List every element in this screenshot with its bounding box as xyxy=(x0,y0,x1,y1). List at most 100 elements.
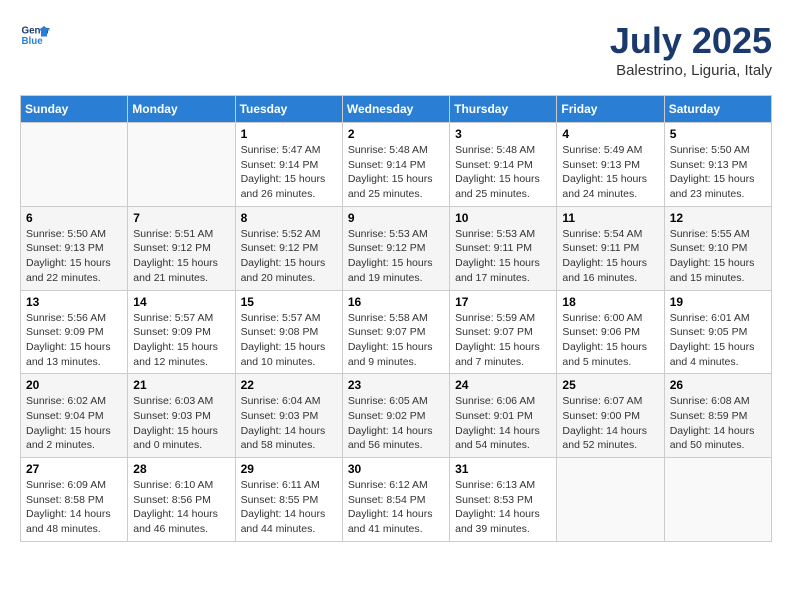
day-info: Sunrise: 5:48 AM Sunset: 9:14 PM Dayligh… xyxy=(455,143,551,202)
day-info: Sunrise: 6:03 AM Sunset: 9:03 PM Dayligh… xyxy=(133,394,229,453)
day-info: Sunrise: 5:53 AM Sunset: 9:12 PM Dayligh… xyxy=(348,227,444,286)
calendar-cell: 24 Sunrise: 6:06 AM Sunset: 9:01 PM Dayli… xyxy=(450,374,557,458)
calendar-cell: 29 Sunrise: 6:11 AM Sunset: 8:55 PM Dayli… xyxy=(235,458,342,542)
day-number: 29 xyxy=(241,462,337,476)
calendar-cell: 9Sunrise: 5:53 AM Sunset: 9:12 PM Daylig… xyxy=(342,206,449,290)
day-info: Sunrise: 5:52 AM Sunset: 9:12 PM Dayligh… xyxy=(241,227,337,286)
calendar-cell: 26Sunrise: 6:08 AM Sunset: 8:59 PM Dayli… xyxy=(664,374,771,458)
day-info: Sunrise: 5:51 AM Sunset: 9:12 PM Dayligh… xyxy=(133,227,229,286)
calendar-week-row: 6 Sunrise: 5:50 AM Sunset: 9:13 PM Daylig… xyxy=(21,206,772,290)
day-number: 21 xyxy=(133,378,229,392)
day-info: Sunrise: 6:06 AM Sunset: 9:01 PM Dayligh… xyxy=(455,394,551,453)
day-info: Sunrise: 6:10 AM Sunset: 8:56 PM Dayligh… xyxy=(133,478,229,537)
calendar-cell: 3 Sunrise: 5:48 AM Sunset: 9:14 PM Daylig… xyxy=(450,123,557,207)
weekday-header: Thursday xyxy=(450,96,557,123)
day-info: Sunrise: 5:50 AM Sunset: 9:13 PM Dayligh… xyxy=(26,227,122,286)
calendar-cell xyxy=(557,458,664,542)
day-number: 22 xyxy=(241,378,337,392)
day-info: Sunrise: 5:54 AM Sunset: 9:11 PM Dayligh… xyxy=(562,227,658,286)
month-title: July 2025 xyxy=(610,20,772,62)
day-info: Sunrise: 6:13 AM Sunset: 8:53 PM Dayligh… xyxy=(455,478,551,537)
day-info: Sunrise: 5:50 AM Sunset: 9:13 PM Dayligh… xyxy=(670,143,766,202)
logo-icon: General Blue xyxy=(20,20,50,50)
calendar-cell: 2 Sunrise: 5:48 AM Sunset: 9:14 PM Daylig… xyxy=(342,123,449,207)
day-number: 3 xyxy=(455,127,551,141)
day-info: Sunrise: 5:59 AM Sunset: 9:07 PM Dayligh… xyxy=(455,311,551,370)
day-info: Sunrise: 5:49 AM Sunset: 9:13 PM Dayligh… xyxy=(562,143,658,202)
calendar-cell: 28 Sunrise: 6:10 AM Sunset: 8:56 PM Dayli… xyxy=(128,458,235,542)
calendar-week-row: 13Sunrise: 5:56 AM Sunset: 9:09 PM Dayli… xyxy=(21,290,772,374)
calendar-cell: 22 Sunrise: 6:04 AM Sunset: 9:03 PM Dayli… xyxy=(235,374,342,458)
day-number: 28 xyxy=(133,462,229,476)
calendar-cell: 12 Sunrise: 5:55 AM Sunset: 9:10 PM Dayli… xyxy=(664,206,771,290)
logo: General Blue xyxy=(20,20,50,50)
day-info: Sunrise: 6:00 AM Sunset: 9:06 PM Dayligh… xyxy=(562,311,658,370)
day-number: 8 xyxy=(241,211,337,225)
calendar-cell: 17 Sunrise: 5:59 AM Sunset: 9:07 PM Dayli… xyxy=(450,290,557,374)
day-info: Sunrise: 5:48 AM Sunset: 9:14 PM Dayligh… xyxy=(348,143,444,202)
day-number: 11 xyxy=(562,211,658,225)
day-number: 14 xyxy=(133,295,229,309)
weekday-header: Friday xyxy=(557,96,664,123)
calendar-cell: 23 Sunrise: 6:05 AM Sunset: 9:02 PM Dayli… xyxy=(342,374,449,458)
calendar-cell xyxy=(128,123,235,207)
day-number: 4 xyxy=(562,127,658,141)
day-info: Sunrise: 5:53 AM Sunset: 9:11 PM Dayligh… xyxy=(455,227,551,286)
day-number: 24 xyxy=(455,378,551,392)
day-number: 5 xyxy=(670,127,766,141)
calendar-cell: 13Sunrise: 5:56 AM Sunset: 9:09 PM Dayli… xyxy=(21,290,128,374)
day-info: Sunrise: 6:04 AM Sunset: 9:03 PM Dayligh… xyxy=(241,394,337,453)
day-number: 20 xyxy=(26,378,122,392)
title-block: July 2025 Balestrino, Liguria, Italy xyxy=(610,20,772,79)
calendar-cell: 18 Sunrise: 6:00 AM Sunset: 9:06 PM Dayli… xyxy=(557,290,664,374)
calendar-cell: 1Sunrise: 5:47 AM Sunset: 9:14 PM Daylig… xyxy=(235,123,342,207)
day-info: Sunrise: 6:11 AM Sunset: 8:55 PM Dayligh… xyxy=(241,478,337,537)
day-number: 2 xyxy=(348,127,444,141)
calendar-cell: 20Sunrise: 6:02 AM Sunset: 9:04 PM Dayli… xyxy=(21,374,128,458)
calendar-cell: 5 Sunrise: 5:50 AM Sunset: 9:13 PM Daylig… xyxy=(664,123,771,207)
day-info: Sunrise: 5:55 AM Sunset: 9:10 PM Dayligh… xyxy=(670,227,766,286)
day-number: 27 xyxy=(26,462,122,476)
calendar-cell: 11 Sunrise: 5:54 AM Sunset: 9:11 PM Dayli… xyxy=(557,206,664,290)
calendar-cell: 25Sunrise: 6:07 AM Sunset: 9:00 PM Dayli… xyxy=(557,374,664,458)
calendar-week-row: 1Sunrise: 5:47 AM Sunset: 9:14 PM Daylig… xyxy=(21,123,772,207)
calendar-cell: 21 Sunrise: 6:03 AM Sunset: 9:03 PM Dayli… xyxy=(128,374,235,458)
day-number: 12 xyxy=(670,211,766,225)
weekday-header: Monday xyxy=(128,96,235,123)
location-subtitle: Balestrino, Liguria, Italy xyxy=(610,62,772,79)
weekday-header: Saturday xyxy=(664,96,771,123)
calendar-cell: 6 Sunrise: 5:50 AM Sunset: 9:13 PM Daylig… xyxy=(21,206,128,290)
day-info: Sunrise: 5:57 AM Sunset: 9:08 PM Dayligh… xyxy=(241,311,337,370)
calendar-cell: 15 Sunrise: 5:57 AM Sunset: 9:08 PM Dayli… xyxy=(235,290,342,374)
calendar-cell: 16 Sunrise: 5:58 AM Sunset: 9:07 PM Dayli… xyxy=(342,290,449,374)
calendar-cell: 8 Sunrise: 5:52 AM Sunset: 9:12 PM Daylig… xyxy=(235,206,342,290)
day-number: 26 xyxy=(670,378,766,392)
day-number: 7 xyxy=(133,211,229,225)
day-number: 15 xyxy=(241,295,337,309)
calendar-week-row: 20Sunrise: 6:02 AM Sunset: 9:04 PM Dayli… xyxy=(21,374,772,458)
calendar-cell: 19 Sunrise: 6:01 AM Sunset: 9:05 PM Dayli… xyxy=(664,290,771,374)
day-number: 18 xyxy=(562,295,658,309)
calendar-cell: 31 Sunrise: 6:13 AM Sunset: 8:53 PM Dayli… xyxy=(450,458,557,542)
day-info: Sunrise: 6:01 AM Sunset: 9:05 PM Dayligh… xyxy=(670,311,766,370)
day-number: 30 xyxy=(348,462,444,476)
day-number: 31 xyxy=(455,462,551,476)
day-info: Sunrise: 5:56 AM Sunset: 9:09 PM Dayligh… xyxy=(26,311,122,370)
day-info: Sunrise: 6:05 AM Sunset: 9:02 PM Dayligh… xyxy=(348,394,444,453)
weekday-header: Tuesday xyxy=(235,96,342,123)
day-info: Sunrise: 6:09 AM Sunset: 8:58 PM Dayligh… xyxy=(26,478,122,537)
calendar-cell: 10Sunrise: 5:53 AM Sunset: 9:11 PM Dayli… xyxy=(450,206,557,290)
day-info: Sunrise: 5:58 AM Sunset: 9:07 PM Dayligh… xyxy=(348,311,444,370)
weekday-header: Sunday xyxy=(21,96,128,123)
calendar-week-row: 27 Sunrise: 6:09 AM Sunset: 8:58 PM Dayli… xyxy=(21,458,772,542)
day-number: 16 xyxy=(348,295,444,309)
day-info: Sunrise: 6:12 AM Sunset: 8:54 PM Dayligh… xyxy=(348,478,444,537)
day-number: 19 xyxy=(670,295,766,309)
calendar-cell xyxy=(664,458,771,542)
day-number: 23 xyxy=(348,378,444,392)
weekday-header: Wednesday xyxy=(342,96,449,123)
day-number: 6 xyxy=(26,211,122,225)
svg-text:Blue: Blue xyxy=(22,36,44,47)
day-number: 17 xyxy=(455,295,551,309)
calendar-cell: 7 Sunrise: 5:51 AM Sunset: 9:12 PM Daylig… xyxy=(128,206,235,290)
